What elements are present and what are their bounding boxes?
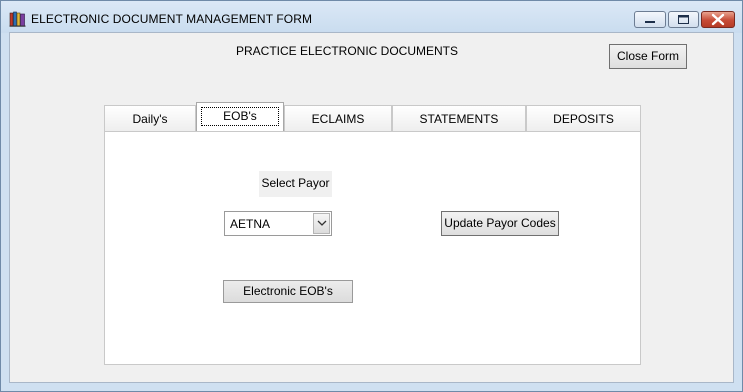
maximize-icon — [678, 15, 689, 24]
books-app-icon[interactable] — [9, 11, 27, 27]
maximize-button[interactable] — [668, 11, 699, 28]
close-form-button[interactable]: Close Form — [609, 44, 687, 69]
payor-select-value: AETNA — [230, 217, 271, 231]
tab-statements[interactable]: STATEMENTS — [392, 105, 526, 131]
close-icon — [711, 13, 725, 26]
window-title: ELECTRONIC DOCUMENT MANAGEMENT FORM — [31, 12, 313, 26]
tab-eobs-label: EOB's — [201, 107, 279, 126]
minimize-button[interactable] — [634, 11, 666, 28]
close-window-button[interactable] — [701, 11, 735, 28]
eobs-tab-panel — [104, 131, 641, 365]
tab-deposits[interactable]: DEPOSITS — [526, 105, 641, 131]
minimize-icon — [645, 21, 655, 23]
select-payor-label: Select Payor — [259, 171, 332, 197]
electronic-eobs-button[interactable]: Electronic EOB's — [223, 280, 353, 303]
tab-eclaims[interactable]: ECLAIMS — [284, 105, 392, 131]
tab-dailys[interactable]: Daily's — [104, 105, 196, 131]
title-bar[interactable]: ELECTRONIC DOCUMENT MANAGEMENT FORM — [1, 1, 742, 33]
tab-eobs[interactable]: EOB's — [196, 102, 284, 131]
update-payor-codes-button[interactable]: Update Payor Codes — [441, 211, 559, 236]
payor-dropdown-button[interactable] — [313, 213, 330, 234]
tab-strip: Daily's EOB's ECLAIMS STATEMENTS DEPOSIT… — [104, 102, 641, 131]
payor-select[interactable]: AETNA — [224, 211, 332, 236]
page-heading: PRACTICE ELECTRONIC DOCUMENTS — [236, 44, 459, 58]
chevron-down-icon — [317, 220, 327, 226]
